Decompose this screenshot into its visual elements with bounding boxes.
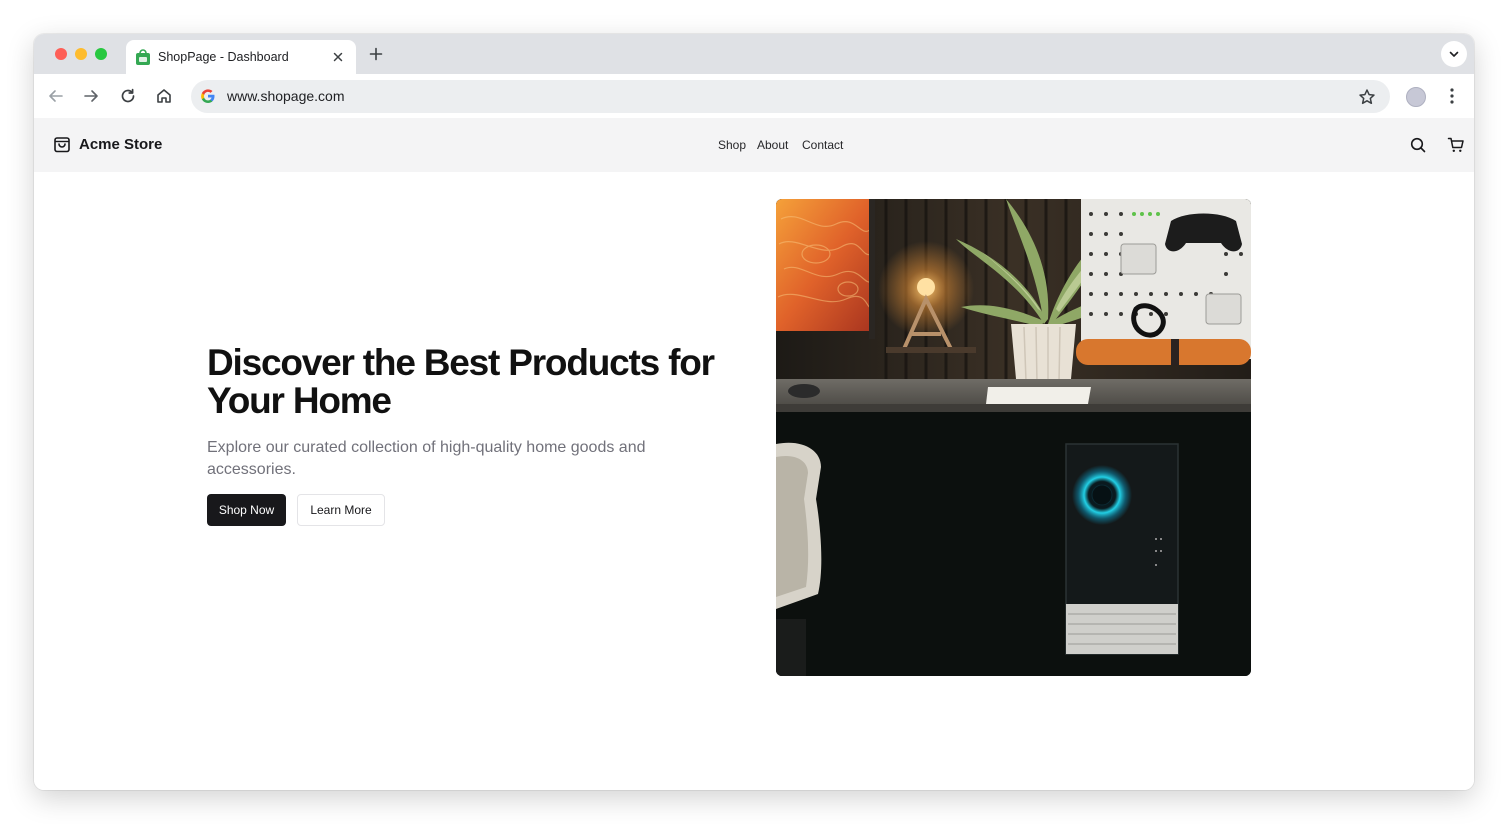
nav-link-shop[interactable]: Shop bbox=[718, 138, 746, 153]
star-icon[interactable] bbox=[1358, 88, 1376, 106]
home-icon[interactable] bbox=[155, 87, 173, 105]
maximize-window-button[interactable] bbox=[95, 48, 107, 60]
hero-subtitle: Explore our curated collection of high-q… bbox=[207, 439, 646, 478]
web-page: Acme Store Shop About Contact Discover t… bbox=[34, 118, 1474, 790]
nav-link-contact[interactable]: Contact bbox=[802, 138, 843, 153]
browser-toolbar: www.shopage.com bbox=[34, 74, 1474, 118]
learn-more-button[interactable]: Learn More bbox=[297, 494, 385, 526]
tab-active[interactable]: ShopPage - Dashboard bbox=[126, 40, 356, 74]
reload-icon[interactable] bbox=[119, 87, 137, 105]
hero-image bbox=[776, 199, 1251, 676]
close-icon[interactable] bbox=[330, 49, 346, 65]
forward-icon[interactable] bbox=[82, 87, 100, 105]
site-header: Acme Store Shop About Contact bbox=[34, 118, 1474, 172]
minimize-window-button[interactable] bbox=[75, 48, 87, 60]
brand-name: Acme Store bbox=[79, 136, 163, 153]
url-text: www.shopage.com bbox=[227, 88, 345, 104]
menu-icon[interactable] bbox=[1444, 87, 1460, 105]
nav-link-about[interactable]: About bbox=[757, 138, 788, 153]
shop-now-button[interactable]: Shop Now bbox=[207, 494, 286, 526]
search-icon[interactable] bbox=[1409, 136, 1427, 154]
desk-setup-photo bbox=[776, 199, 1251, 676]
hero-title: Discover the Best Products for Your Home bbox=[207, 342, 715, 421]
chevron-down-icon bbox=[1449, 51, 1459, 57]
cart-icon[interactable] bbox=[1447, 136, 1465, 154]
close-window-button[interactable] bbox=[55, 48, 67, 60]
tab-strip: ShopPage - Dashboard bbox=[34, 34, 1474, 74]
favicon-icon bbox=[136, 49, 150, 65]
google-icon bbox=[201, 89, 215, 103]
browser-window: ShopPage - Dashboard www.shopage.com Acm… bbox=[34, 34, 1474, 790]
bag-icon bbox=[54, 137, 70, 153]
address-bar[interactable]: www.shopage.com bbox=[191, 80, 1390, 113]
tab-title: ShopPage - Dashboard bbox=[158, 50, 289, 64]
profile-icon[interactable] bbox=[1406, 87, 1426, 107]
plus-icon[interactable] bbox=[368, 46, 384, 62]
tab-search-button[interactable] bbox=[1441, 41, 1467, 67]
back-icon[interactable] bbox=[47, 87, 65, 105]
